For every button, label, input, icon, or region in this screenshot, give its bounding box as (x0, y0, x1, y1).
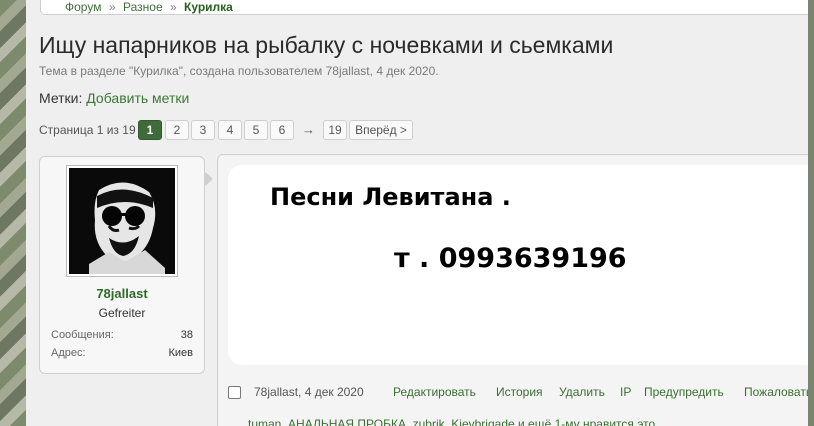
thread-subtitle: Тема в разделе "Курилка", создана пользо… (39, 64, 439, 78)
tags-row: Метки: Добавить метки (39, 90, 189, 106)
page-button[interactable]: 3 (191, 120, 215, 140)
page-button-current[interactable]: 1 (138, 120, 162, 140)
avatar[interactable] (66, 165, 178, 277)
background-camo-right (808, 0, 814, 426)
page-button[interactable]: 5 (244, 120, 268, 140)
background-camo-left (0, 0, 26, 426)
report-link[interactable]: Пожаловаться (744, 385, 808, 399)
breadcrumb-separator: » (170, 0, 177, 14)
edit-link[interactable]: Редактировать (393, 385, 476, 399)
pagination-label: Страница 1 из 19 (39, 123, 136, 137)
tags-label: Метки: (39, 90, 83, 106)
thread-title: Ищу напарников на рыбалку с ночевками и … (39, 32, 614, 58)
add-tags-link[interactable]: Добавить метки (86, 90, 189, 106)
breadcrumb-separator: » (109, 0, 116, 14)
user-card: 78jallast Gefreiter Сообщения: 38 Адрес:… (39, 156, 213, 374)
messages-label: Сообщения: (51, 329, 114, 341)
avatar-image (69, 168, 175, 274)
post: Песни Левитана . т . 0993639196 78jallas… (217, 154, 808, 426)
page-button[interactable]: 2 (165, 120, 189, 140)
messages-count: 38 (180, 329, 193, 341)
breadcrumb-item-forum[interactable]: Форум (65, 0, 101, 14)
ip-link[interactable]: IP (620, 385, 631, 399)
username[interactable]: 78jallast (40, 286, 204, 301)
address-value: Киев (168, 347, 193, 359)
page-button-last[interactable]: 19 (323, 120, 347, 140)
page-button[interactable]: 4 (218, 120, 242, 140)
likes-summary[interactable]: tuman, АНАЛЬНАЯ ПРОБКА, zubrik, Kievbrig… (248, 417, 658, 426)
breadcrumb: Форум » Разное » Курилка (40, 0, 808, 15)
breadcrumb-item-misc[interactable]: Разное (123, 0, 163, 14)
page-container: Форум » Разное » Курилка Ищу напарников … (26, 0, 808, 426)
breadcrumb-item-current[interactable]: Курилка (184, 0, 233, 14)
history-link[interactable]: История (496, 385, 543, 399)
page-button[interactable]: 6 (270, 120, 294, 140)
post-author-date[interactable]: 78jallast, 4 дек 2020 (254, 385, 364, 399)
address-label: Адрес: (51, 347, 86, 359)
select-post-checkbox[interactable] (228, 386, 241, 399)
pagination-arrow-icon: → (302, 122, 315, 137)
post-text-line-2: т . 0993639196 (394, 243, 627, 274)
delete-link[interactable]: Удалить (559, 385, 605, 399)
user-rank: Gefreiter (98, 306, 146, 320)
next-page-button[interactable]: Вперёд > (349, 120, 413, 140)
warn-link[interactable]: Предупредить (644, 385, 724, 399)
post-text-line-1: Песни Левитана . (270, 183, 511, 211)
